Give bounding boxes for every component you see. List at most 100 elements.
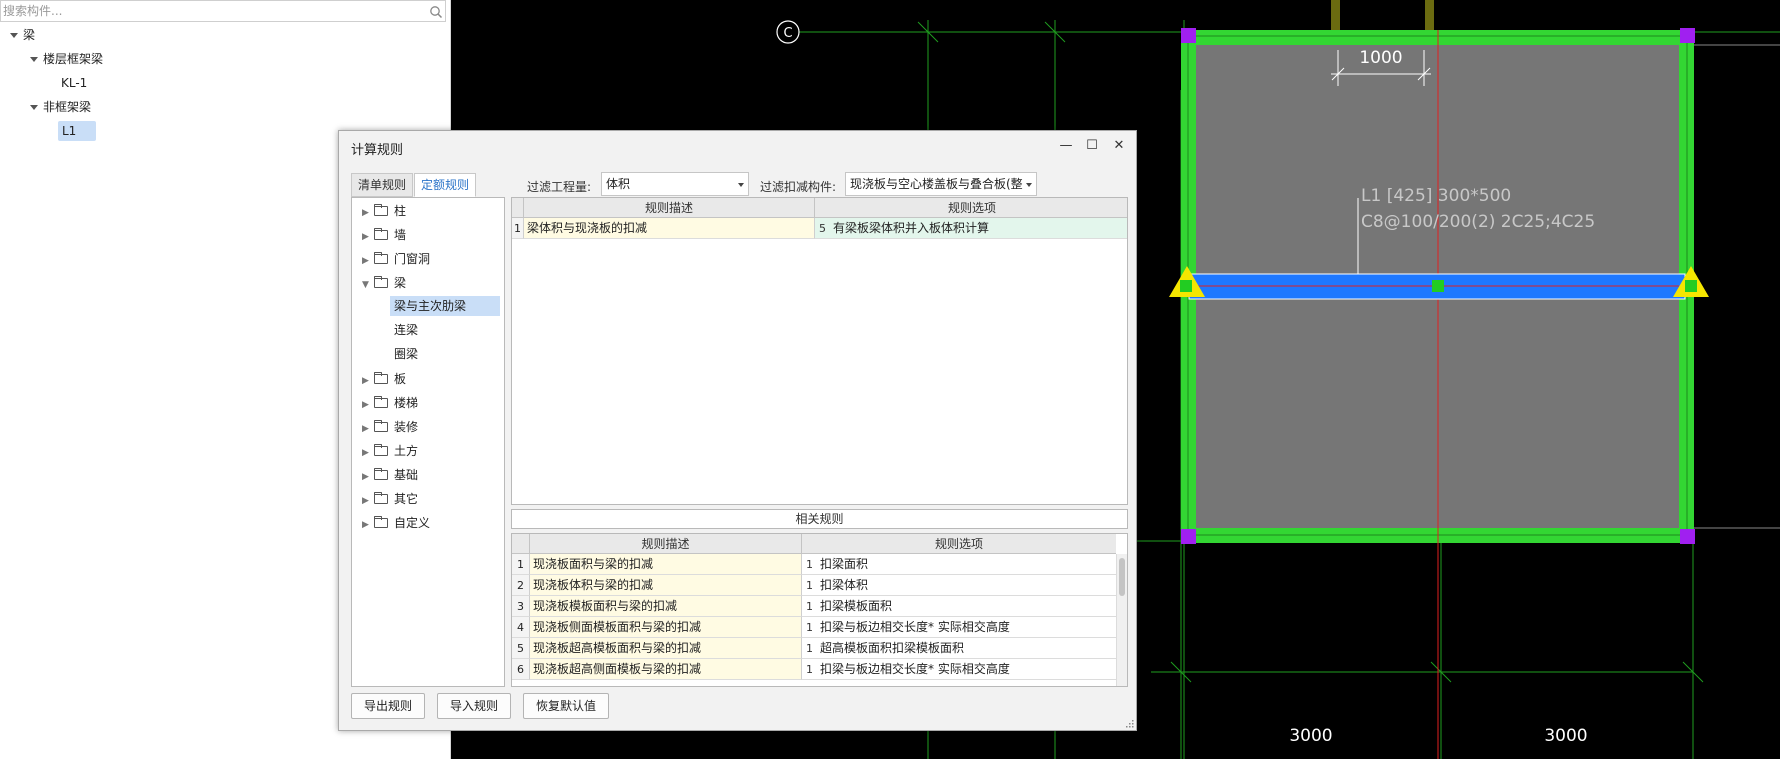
row-number: 2	[512, 575, 530, 596]
row-number: 1	[512, 554, 530, 575]
search-box	[0, 0, 446, 22]
column-header-desc: 规则描述	[530, 534, 802, 554]
beam-label-line2: C8@100/200(2) 2C25;4C25	[1361, 212, 1595, 232]
beam-label-line1: L1 [425] 300*500	[1361, 186, 1511, 206]
filter-deduct-label: 过滤扣减构件:	[760, 180, 837, 194]
rule-option-cell[interactable]: 1 扣梁体积	[802, 575, 1116, 596]
filter-quantity-select[interactable]: 体积	[601, 172, 749, 196]
rule-desc-cell[interactable]: 梁体积与现浇板的扣减	[524, 218, 815, 239]
import-rules-button[interactable]: 导入规则	[437, 693, 512, 719]
row-number: 3	[512, 596, 530, 617]
rule-node-column[interactable]: ▶ 柱	[362, 200, 406, 222]
rule-node-custom[interactable]: ▶ 自定义	[362, 512, 430, 534]
resize-grip-icon[interactable]	[1124, 718, 1134, 728]
column-header-desc: 规则描述	[524, 198, 815, 218]
rule-option-cell[interactable]: 1 扣梁模板面积	[802, 596, 1116, 617]
scrollbar-thumb[interactable]	[1119, 558, 1125, 596]
chevron-right-icon: ▶	[362, 520, 369, 530]
folder-icon	[374, 276, 388, 288]
folder-icon	[374, 204, 388, 216]
main-rule-grid: 规则描述 规则选项 1 梁体积与现浇板的扣减 5 有梁板梁体积并入板体积计算	[511, 197, 1128, 505]
grid-corner	[512, 534, 530, 554]
minimize-button[interactable]: —	[1057, 137, 1075, 155]
chevron-right-icon: ▶	[362, 496, 369, 506]
restore-defaults-button[interactable]: 恢复默认值	[523, 693, 610, 719]
tree-node-frame-beam[interactable]: 楼层框架梁	[30, 49, 103, 69]
rule-leaf-ring-beam[interactable]: 圈梁	[394, 344, 418, 364]
folder-icon	[374, 396, 388, 408]
folder-icon	[374, 516, 388, 528]
row-number: 4	[512, 617, 530, 638]
rule-option-cell[interactable]: 1 超高模板面积扣梁模板面积	[802, 638, 1116, 659]
folder-icon	[374, 372, 388, 384]
rule-node-finishing[interactable]: ▶ 装修	[362, 416, 418, 438]
rule-node-openings[interactable]: ▶ 门窗洞	[362, 248, 430, 270]
chevron-right-icon: ▶	[362, 208, 369, 218]
rule-node-wall[interactable]: ▶ 墙	[362, 224, 406, 246]
folder-icon	[374, 492, 388, 504]
rule-node-foundation[interactable]: ▶ 基础	[362, 464, 418, 486]
column-header-option: 规则选项	[802, 534, 1116, 554]
related-rule-grid: 规则描述 规则选项 1 现浇板面积与梁的扣减 1 扣梁面积 2 现浇板体积与梁的扣…	[511, 533, 1128, 687]
chevron-right-icon: ▶	[362, 448, 369, 458]
rule-desc-cell[interactable]: 现浇板超高侧面模板与梁的扣减	[530, 659, 802, 680]
rule-option-cell[interactable]: 1 扣梁面积	[802, 554, 1116, 575]
tree-node-non-frame-beam[interactable]: 非框架梁	[30, 97, 91, 117]
rule-node-beam[interactable]: ▼ 梁	[362, 272, 406, 294]
rule-leaf-coupling-beam[interactable]: 连梁	[394, 320, 418, 340]
rule-desc-cell[interactable]: 现浇板体积与梁的扣减	[530, 575, 802, 596]
chevron-down-icon	[10, 33, 18, 38]
maximize-button[interactable]: ☐	[1083, 137, 1101, 155]
chevron-right-icon: ▶	[362, 400, 369, 410]
chevron-right-icon: ▶	[362, 232, 369, 242]
calculation-rules-dialog: 计算规则 — ☐ ✕ 清单规则 定额规则 过滤工程量: 体积 过滤扣减构件: 现…	[338, 130, 1137, 731]
axis-label-c: C	[783, 26, 792, 41]
rule-node-earthwork[interactable]: ▶ 土方	[362, 440, 418, 462]
chevron-right-icon: ▶	[362, 376, 369, 386]
related-rules-bar[interactable]: 相关规则	[511, 509, 1128, 529]
dimension-bottom-left: 3000	[1289, 726, 1332, 746]
tree-item-kl-1[interactable]: KL-1	[61, 73, 87, 93]
tree-node-beam[interactable]: 梁	[10, 25, 35, 45]
folder-icon	[374, 228, 388, 240]
tab-bill-rules[interactable]: 清单规则	[351, 173, 414, 197]
chevron-right-icon: ▶	[362, 472, 369, 482]
beam-grip-point[interactable]	[1685, 280, 1697, 292]
folder-icon	[374, 468, 388, 480]
tab-quota-rules[interactable]: 定额规则	[414, 173, 477, 197]
filter-deduct-select[interactable]: 现浇板与空心楼盖板与叠合板(整	[845, 172, 1037, 196]
rule-leaf-beam-rib[interactable]: 梁与主次肋梁	[390, 296, 500, 316]
chevron-down-icon	[30, 57, 38, 62]
beam-grip-point[interactable]	[1180, 280, 1192, 292]
rule-desc-cell[interactable]: 现浇板侧面模板面积与梁的扣减	[530, 617, 802, 638]
rule-option-cell[interactable]: 1 扣梁与板边相交长度* 实际相交高度	[802, 659, 1116, 680]
dimension-top: 1000	[1359, 48, 1402, 68]
chevron-right-icon: ▶	[362, 424, 369, 434]
search-icon[interactable]	[429, 5, 443, 19]
rule-desc-cell[interactable]: 现浇板模板面积与梁的扣减	[530, 596, 802, 617]
rule-node-slab[interactable]: ▶ 板	[362, 368, 406, 390]
chevron-right-icon: ▶	[362, 256, 369, 266]
grid-corner	[512, 198, 524, 218]
rule-node-other[interactable]: ▶ 其它	[362, 488, 418, 510]
dialog-title: 计算规则	[351, 143, 404, 158]
dimension-bottom-right: 3000	[1544, 726, 1587, 746]
tree-item-l1[interactable]: L1	[58, 121, 97, 141]
rule-option-cell[interactable]: 5 有梁板梁体积并入板体积计算	[815, 218, 1127, 239]
export-rules-button[interactable]: 导出规则	[351, 693, 426, 719]
vertical-scrollbar[interactable]	[1116, 554, 1127, 686]
row-number: 1	[512, 218, 524, 239]
rule-option-cell[interactable]: 1 扣梁与板边相交长度* 实际相交高度	[802, 617, 1116, 638]
rule-node-stairs[interactable]: ▶ 楼梯	[362, 392, 418, 414]
folder-icon	[374, 420, 388, 432]
column-stub	[1425, 0, 1434, 32]
close-button[interactable]: ✕	[1110, 137, 1128, 155]
beam-grip-point[interactable]	[1432, 280, 1444, 292]
search-input[interactable]	[1, 1, 421, 21]
folder-icon	[374, 444, 388, 456]
column-header-option: 规则选项	[815, 198, 1127, 218]
rule-category-tree: ▶ 柱 ▶ 墙 ▶ 门窗洞 ▼ 梁 梁与主次肋梁 连梁 圈梁 ▶ 板 ▶ 楼梯 ▶ 装修 ▶ 土…	[351, 197, 505, 687]
rule-desc-cell[interactable]: 现浇板面积与梁的扣减	[530, 554, 802, 575]
rule-desc-cell[interactable]: 现浇板超高模板面积与梁的扣减	[530, 638, 802, 659]
folder-icon	[374, 252, 388, 264]
